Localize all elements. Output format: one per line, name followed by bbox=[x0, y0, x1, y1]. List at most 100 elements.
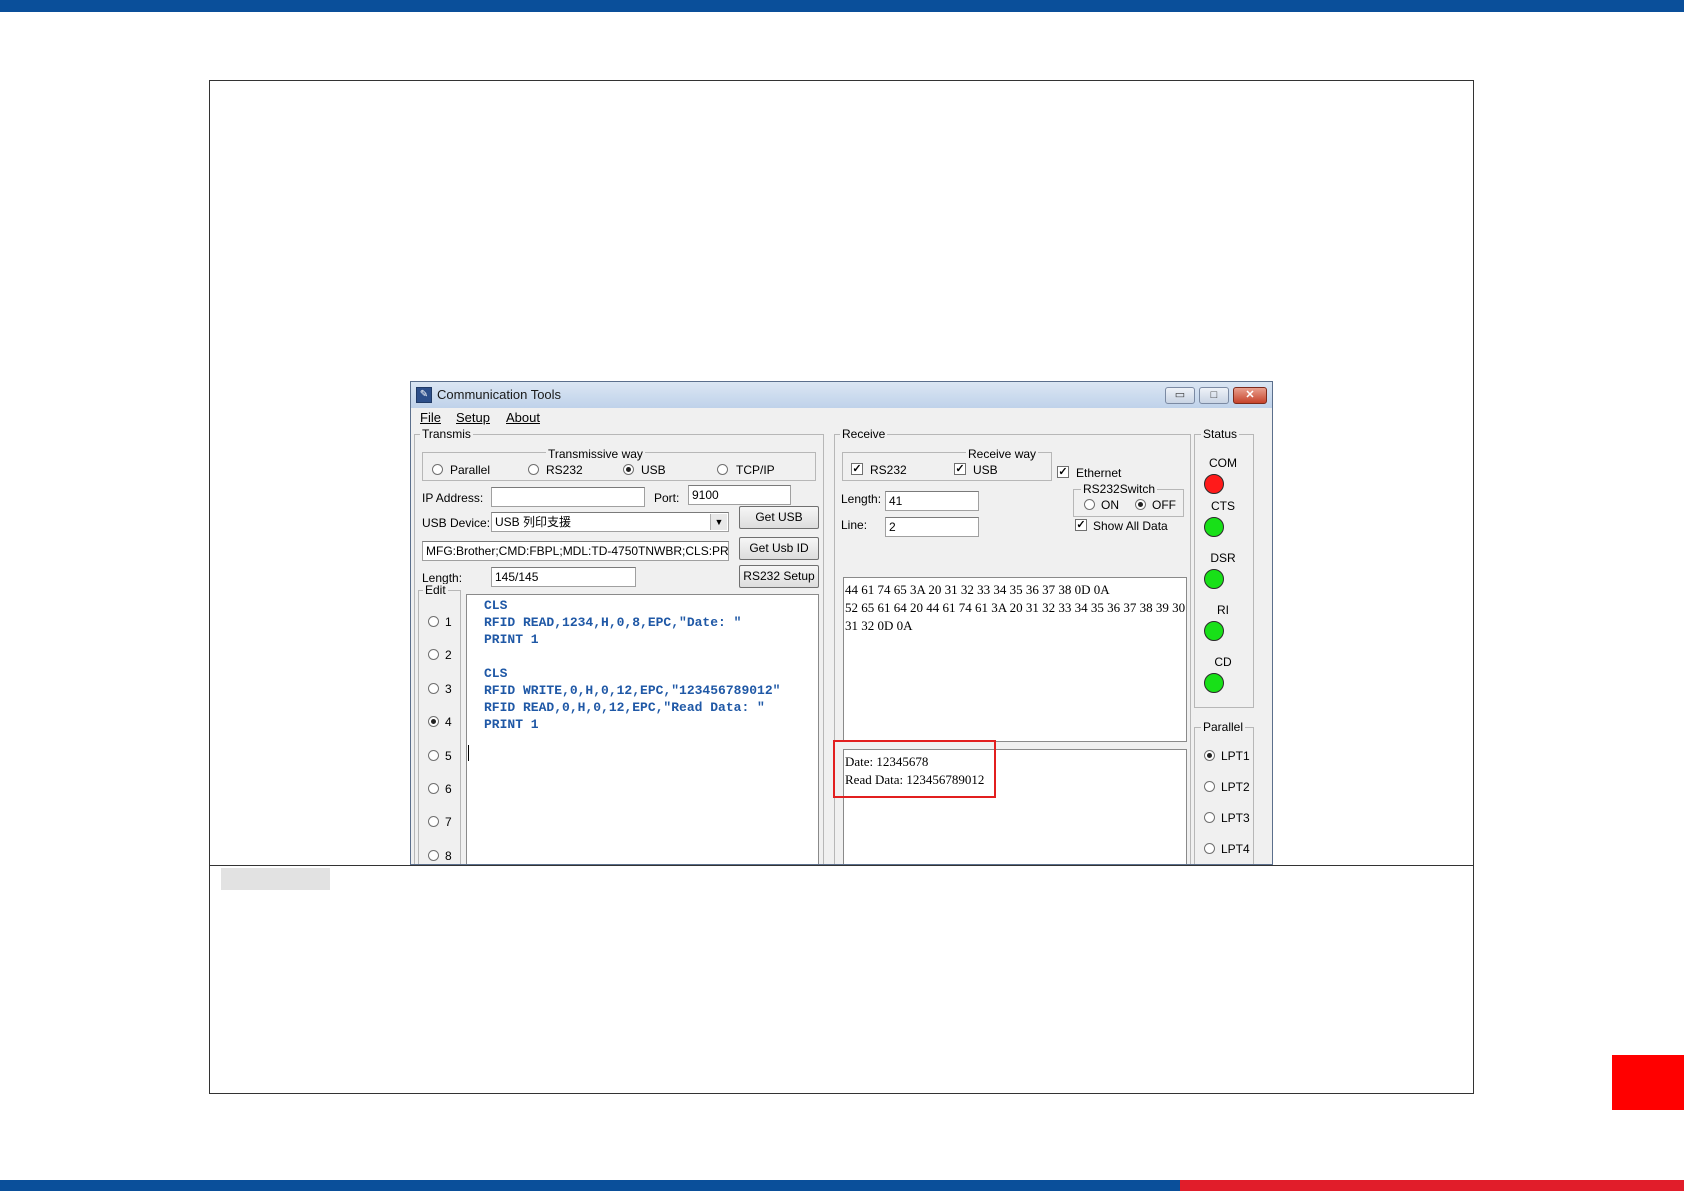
ip-address-label: IP Address: bbox=[422, 491, 484, 505]
com-indicator bbox=[1204, 474, 1224, 494]
title-bar: ✎ Communication Tools ▭ □ ✕ bbox=[411, 382, 1272, 408]
ip-address-input[interactable] bbox=[491, 487, 645, 507]
status-group-label: Status bbox=[1201, 427, 1240, 441]
hex-output-box[interactable]: 44 61 74 65 3A 20 31 32 33 34 35 36 37 3… bbox=[843, 577, 1187, 742]
highlight-box bbox=[833, 740, 996, 798]
radio-rs232[interactable] bbox=[528, 464, 539, 475]
page-side-tab bbox=[1612, 1055, 1684, 1110]
radio-tcpip[interactable] bbox=[717, 464, 728, 475]
edit-slot-radio-8[interactable] bbox=[428, 850, 439, 861]
maximize-button[interactable]: □ bbox=[1199, 387, 1229, 404]
lpt2-label: LPT2 bbox=[1221, 780, 1250, 794]
rs232-checkbox-label: RS232 bbox=[870, 463, 907, 477]
lpt2-radio[interactable] bbox=[1204, 781, 1215, 792]
close-button[interactable]: ✕ bbox=[1233, 387, 1267, 404]
radio-parallel-label: Parallel bbox=[450, 463, 491, 477]
hex-line: 44 61 74 65 3A 20 31 32 33 34 35 36 37 3… bbox=[845, 582, 1110, 597]
radio-parallel[interactable] bbox=[432, 464, 443, 475]
get-usb-id-button[interactable]: Get Usb ID bbox=[739, 537, 819, 560]
ri-indicator bbox=[1204, 621, 1224, 641]
port-input[interactable]: 9100 bbox=[688, 485, 791, 505]
status-ri-label: RI bbox=[1217, 603, 1229, 617]
ethernet-checkbox-label: Ethernet bbox=[1076, 466, 1122, 480]
minimize-button[interactable]: ▭ bbox=[1165, 387, 1195, 404]
transmissive-way-label: Transmissive way bbox=[546, 447, 645, 461]
hex-line: 31 32 0D 0A bbox=[845, 618, 913, 633]
menu-file[interactable]: File bbox=[420, 410, 441, 425]
top-band bbox=[0, 0, 1684, 12]
usb-id-input[interactable]: MFG:Brother;CMD:FBPL;MDL:TD-4750TNWBR;CL… bbox=[422, 541, 729, 561]
show-all-data-label: Show All Data bbox=[1093, 519, 1168, 533]
lpt3-label: LPT3 bbox=[1221, 811, 1250, 825]
get-usb-button[interactable]: Get USB bbox=[739, 506, 819, 529]
window-title: Communication Tools bbox=[437, 387, 562, 402]
edit-slot-label-8: 8 bbox=[445, 849, 452, 863]
hex-line: 52 65 61 64 20 44 61 74 61 3A 20 31 32 3… bbox=[845, 600, 1186, 615]
menu-about[interactable]: About bbox=[506, 410, 540, 425]
status-dsr-label: DSR bbox=[1210, 551, 1236, 565]
receive-length-label: Length: bbox=[841, 492, 882, 506]
usb-device-label: USB Device: bbox=[422, 516, 491, 530]
chevron-down-icon[interactable]: ▼ bbox=[710, 514, 727, 530]
edit-slot-radio-5[interactable] bbox=[428, 750, 439, 761]
rs232-checkbox[interactable]: ✓ bbox=[851, 463, 863, 475]
receive-group-label: Receive bbox=[840, 427, 888, 441]
menu-bar: File Setup About bbox=[411, 408, 1272, 428]
port-label: Port: bbox=[654, 491, 680, 505]
edit-slot-label-5: 5 bbox=[445, 749, 452, 763]
command-editor[interactable]: CLS RFID READ,1234,H,0,8,EPC,"Date: " PR… bbox=[466, 594, 819, 864]
switch-on-radio[interactable] bbox=[1084, 499, 1095, 510]
lpt1-radio[interactable] bbox=[1204, 750, 1215, 761]
parallel-group-label: Parallel bbox=[1201, 720, 1246, 734]
edit-slot-label-7: 7 bbox=[445, 815, 452, 829]
menu-setup[interactable]: Setup bbox=[456, 410, 490, 425]
edit-slot-label-4: 4 bbox=[445, 715, 452, 729]
edit-group bbox=[418, 590, 461, 864]
cd-indicator bbox=[1204, 673, 1224, 693]
code-line: RFID WRITE,0,H,0,12,EPC,"123456789012" bbox=[484, 683, 781, 698]
code-line: RFID READ,1234,H,0,8,EPC,"Date: " bbox=[484, 615, 742, 630]
radio-tcpip-label: TCP/IP bbox=[736, 463, 775, 477]
usb-checkbox[interactable]: ✓ bbox=[954, 463, 966, 475]
text-caret bbox=[468, 745, 469, 761]
lpt1-label: LPT1 bbox=[1221, 749, 1250, 763]
usb-checkbox-label: USB bbox=[973, 463, 998, 477]
lpt4-radio[interactable] bbox=[1204, 843, 1215, 854]
show-all-data-checkbox[interactable]: ✓ bbox=[1075, 519, 1087, 531]
status-cd-label: CD bbox=[1214, 655, 1232, 669]
radio-usb[interactable] bbox=[623, 464, 634, 475]
edit-slot-label-2: 2 bbox=[445, 648, 452, 662]
line-label: Line: bbox=[841, 518, 868, 532]
radio-usb-label: USB bbox=[641, 463, 666, 477]
edit-slot-radio-4[interactable] bbox=[428, 716, 439, 727]
lpt4-label: LPT4 bbox=[1221, 842, 1250, 856]
code-line: RFID READ,0,H,0,12,EPC,"Read Data: " bbox=[484, 700, 765, 715]
edit-slot-label-3: 3 bbox=[445, 682, 452, 696]
rs232-switch-label: RS232Switch bbox=[1081, 482, 1158, 496]
cts-indicator bbox=[1204, 517, 1224, 537]
receive-way-label: Receive way bbox=[966, 447, 1039, 461]
receive-length-input: 41 bbox=[885, 491, 979, 511]
switch-off-label: OFF bbox=[1152, 498, 1176, 512]
code-line: CLS bbox=[484, 598, 508, 613]
code-line: CLS bbox=[484, 666, 508, 681]
edit-group-label: Edit bbox=[423, 583, 448, 597]
edit-slot-radio-1[interactable] bbox=[428, 616, 439, 627]
edit-slot-radio-7[interactable] bbox=[428, 816, 439, 827]
switch-off-radio[interactable] bbox=[1135, 499, 1146, 510]
edit-slot-label-6: 6 bbox=[445, 782, 452, 796]
usb-device-value: USB 列印支援 bbox=[495, 515, 572, 529]
usb-device-select[interactable]: USB 列印支援 ▼ bbox=[491, 512, 729, 532]
lpt3-radio[interactable] bbox=[1204, 812, 1215, 823]
rs232-setup-button[interactable]: RS232 Setup bbox=[739, 565, 819, 588]
bottom-band-red bbox=[1180, 1180, 1684, 1191]
ethernet-checkbox[interactable]: ✓ bbox=[1057, 466, 1069, 478]
edit-slot-radio-6[interactable] bbox=[428, 783, 439, 794]
edit-slot-radio-2[interactable] bbox=[428, 649, 439, 660]
code-line: PRINT 1 bbox=[484, 632, 539, 647]
status-cts-label: CTS bbox=[1211, 499, 1235, 513]
edit-slot-radio-3[interactable] bbox=[428, 683, 439, 694]
bottom-band-blue bbox=[0, 1180, 1180, 1191]
transmit-group-label: Transmis bbox=[420, 427, 473, 441]
frame-divider bbox=[209, 865, 1474, 866]
